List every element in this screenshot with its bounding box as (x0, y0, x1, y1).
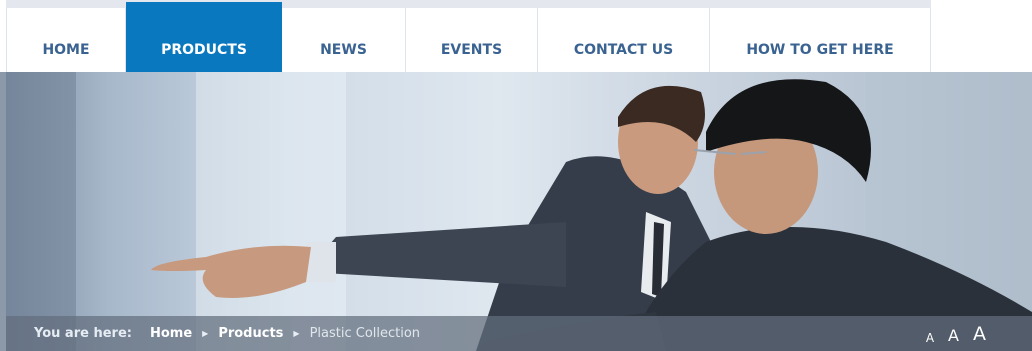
text-size-small-button[interactable]: A (926, 332, 934, 344)
text-size-controls: A A A (926, 325, 986, 345)
breadcrumb-separator-icon: ▶ (202, 329, 209, 338)
nav-item-how-to-get-here[interactable]: HOW TO GET HERE (710, 8, 931, 72)
breadcrumb-separator-icon: ▶ (293, 329, 300, 338)
text-size-large-button[interactable]: A (973, 325, 986, 344)
text-size-medium-button[interactable]: A (948, 328, 959, 344)
nav-item-contact-us[interactable]: CONTACT US (538, 8, 710, 72)
breadcrumb-products-link[interactable]: Products (218, 326, 283, 341)
main-navigation: HOME PRODUCTS NEWS EVENTS CONTACT US HOW… (6, 0, 1032, 72)
hero-banner: You are here: Home ▶ Products ▶ Plastic … (6, 72, 1032, 351)
breadcrumb-lead: You are here: (34, 326, 132, 341)
breadcrumb-home-link[interactable]: Home (150, 326, 192, 341)
nav-item-home[interactable]: HOME (6, 8, 126, 72)
breadcrumb-bar: You are here: Home ▶ Products ▶ Plastic … (6, 316, 1032, 351)
hero-image-two-businessmen (6, 72, 1032, 351)
breadcrumb-current: Plastic Collection (309, 326, 421, 341)
nav-item-products[interactable]: PRODUCTS (126, 2, 282, 72)
nav-item-news[interactable]: NEWS (282, 8, 406, 72)
nav-item-events[interactable]: EVENTS (406, 8, 538, 72)
